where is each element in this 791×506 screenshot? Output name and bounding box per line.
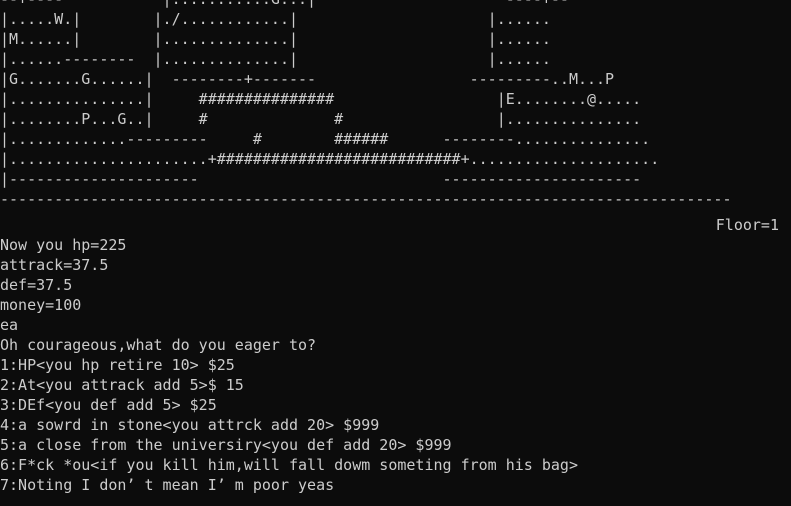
map-row: |M......| |..............| |......: [0, 30, 551, 48]
floor-indicator: Floor=1: [715, 216, 779, 234]
attack-readout: attrack=37.5: [0, 256, 109, 274]
map-row: |.....W.| |./............| |......: [0, 10, 551, 28]
money-readout: money=100: [0, 296, 82, 314]
shop-option-nothing[interactable]: 7:Noting I don’ t mean I’ m poor yeas: [0, 475, 791, 495]
shop-option-attack[interactable]: 2:At<you attrack add 5>$ 15: [0, 375, 791, 395]
hp-readout: Now you hp=225: [0, 236, 127, 254]
map-row: |........P...G..| # # |...............: [0, 110, 642, 128]
shop-option-sword[interactable]: 4:a sowrd in stone<you attrck add 20> $9…: [0, 415, 791, 435]
defense-readout: def=37.5: [0, 276, 73, 294]
map-divider: ----------------------------------------…: [0, 190, 732, 208]
shop-option-defense[interactable]: 3:DEf<you def add 5> $25: [0, 395, 791, 415]
shop-option-kill[interactable]: 6:F*ck *ou<if you kill him,will fall dow…: [0, 455, 791, 475]
console-window: --+---- |...........G...| ----+-- |.....…: [0, 0, 791, 506]
shop-option-cloth[interactable]: 5:a close from the universiry<you def ad…: [0, 435, 791, 455]
map-row: |......-------- |..............| |......: [0, 50, 551, 68]
map-row: |...............| ############### |E....…: [0, 90, 642, 108]
input-echo: ea: [0, 316, 19, 334]
map-row: |G.......G......| --------+------- -----…: [0, 70, 615, 88]
map-row: |......................+################…: [0, 150, 660, 168]
shop-prompt: Oh courageous,what do you eager to?: [0, 336, 317, 354]
map-row: --+---- |...........G...| ----+--: [0, 0, 569, 9]
map-row: |--------------------- -----------------…: [0, 170, 642, 188]
map-row: |.............--------- # ###### -------…: [0, 130, 651, 148]
shop-menu: Oh courageous,what do you eager to? 1:HP…: [0, 335, 791, 495]
shop-option-hp[interactable]: 1:HP<you hp retire 10> $25: [0, 355, 791, 375]
player-status: Now you hp=225 attrack=37.5 def=37.5 mon…: [0, 235, 791, 335]
